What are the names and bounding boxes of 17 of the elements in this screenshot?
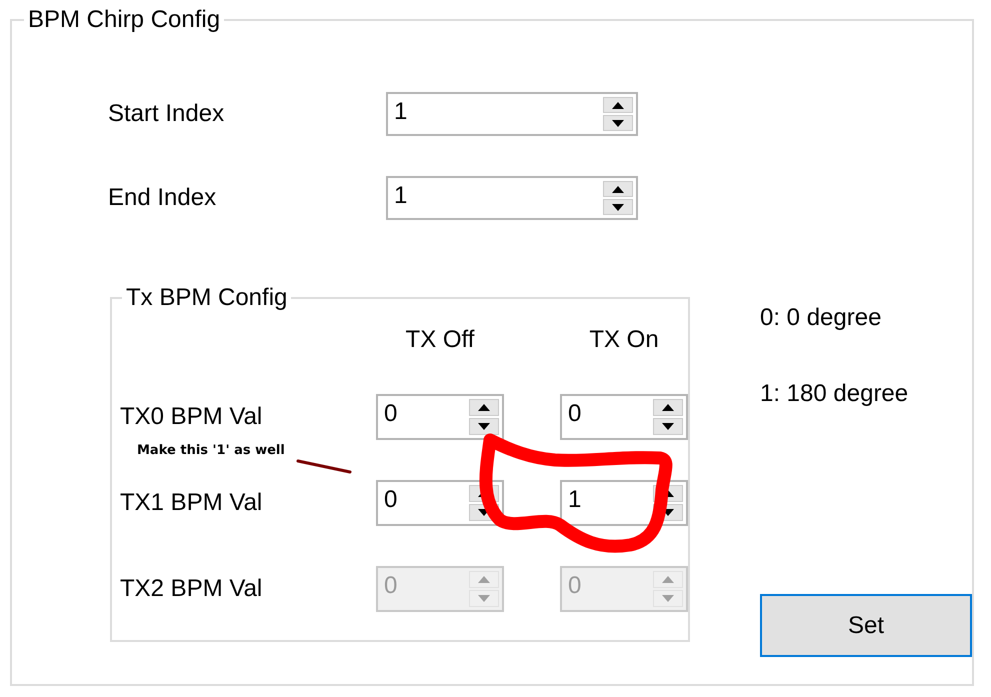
column-header: TX On (588, 326, 660, 354)
group-title: Tx BPM Config (125, 284, 288, 312)
value-note: 0: 0 degree (760, 304, 882, 332)
field-label: End Index (108, 184, 218, 212)
column-header: TX Off (404, 326, 476, 354)
spin-field[interactable]: 0 (376, 394, 504, 440)
group-title: BPM Chirp Config (27, 6, 222, 34)
spin-field[interactable]: 1 (386, 176, 638, 220)
value-note: 1: 180 degree (760, 380, 910, 408)
set-button[interactable]: Set (760, 594, 972, 657)
annotation-note: Make this '1' as well (137, 443, 285, 458)
field-label: Start Index (108, 100, 226, 128)
row-label: TX1 BPM Val (120, 489, 264, 517)
spin-field[interactable]: 1 (386, 92, 638, 136)
row-label: TX0 BPM Val (120, 403, 264, 431)
spin-field[interactable]: 0 (560, 394, 688, 440)
row-label: TX2 BPM Val (120, 575, 264, 603)
